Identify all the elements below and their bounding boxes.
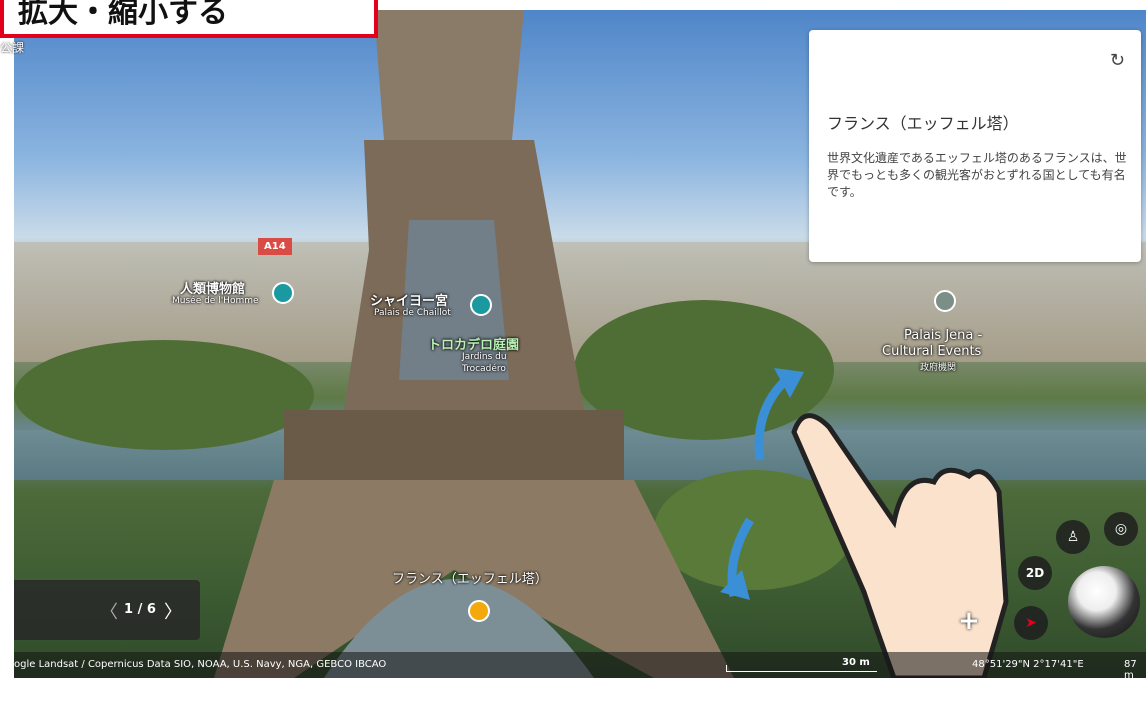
musee-label-jp: 人類博物館 [180, 282, 246, 297]
jena-label-2: Cultural Events [882, 344, 982, 359]
card-description: 世界文化遺産であるエッフェル塔のあるフランスは、世界でもっとも多くの観光客がおと… [827, 151, 1127, 199]
camera-pin-icon[interactable] [470, 294, 492, 316]
coordinates-text: 48°51'29"N 2°17'41"E [972, 659, 1084, 670]
place-label: フランス（エッフェル塔） [392, 572, 548, 587]
attribution-bar: ogle Landsat / Copernicus Data SIO, NOAA… [14, 652, 1146, 681]
top-left-text: 公課 [0, 41, 25, 55]
prev-slide-button[interactable]: 〈 [100, 598, 118, 624]
instruction-banner: 拡大・縮小する [0, 0, 378, 38]
road-label-a14: A14 [258, 238, 292, 255]
compass-icon[interactable]: ➤ [1014, 606, 1048, 640]
info-card: ↻ フランス（エッフェル塔） 世界文化遺産であるエッフェル塔のあるフランスは、世… [809, 30, 1141, 262]
musee-label-fr: Musée de l'Homme [172, 296, 259, 306]
jena-label-3: 政府機関 [920, 363, 957, 373]
chaillot-label-jp: シャイヨー宮 [370, 294, 449, 309]
altitude-text: 87 m [1124, 659, 1137, 681]
toggle-2d-button[interactable]: 2D [1018, 556, 1052, 590]
chaillot-label-fr: Palais de Chaillot [374, 308, 451, 318]
scale-text: 30 m [842, 657, 870, 668]
refresh-icon[interactable]: ↻ [1110, 50, 1125, 71]
jena-label-1: Palais Jena - [904, 328, 983, 343]
trocadero-label-fr2: Trocadéro [462, 364, 506, 374]
slide-counter: 1 / 6 [124, 602, 156, 617]
trocadero-label-fr1: Jardins du [462, 352, 507, 362]
attribution-text: ogle Landsat / Copernicus Data SIO, NOAA… [14, 659, 387, 670]
zoom-in-button[interactable]: + [958, 606, 980, 636]
hand-gesture-icon [791, 413, 1009, 678]
place-pin-icon[interactable] [468, 600, 490, 622]
my-location-icon[interactable]: ◎ [1104, 512, 1138, 546]
story-navigator: 〈 1 / 6 〉 [14, 580, 200, 640]
trocadero-label-jp: トロカデロ庭園 [428, 338, 520, 353]
next-slide-button[interactable]: 〉 [164, 598, 182, 624]
pegman-icon[interactable]: ♙ [1056, 520, 1090, 554]
card-title: フランス（エッフェル塔） [827, 114, 1019, 133]
government-pin-icon[interactable] [934, 290, 956, 312]
museum-pin-icon[interactable] [272, 282, 294, 304]
globe-icon[interactable] [1068, 566, 1140, 638]
